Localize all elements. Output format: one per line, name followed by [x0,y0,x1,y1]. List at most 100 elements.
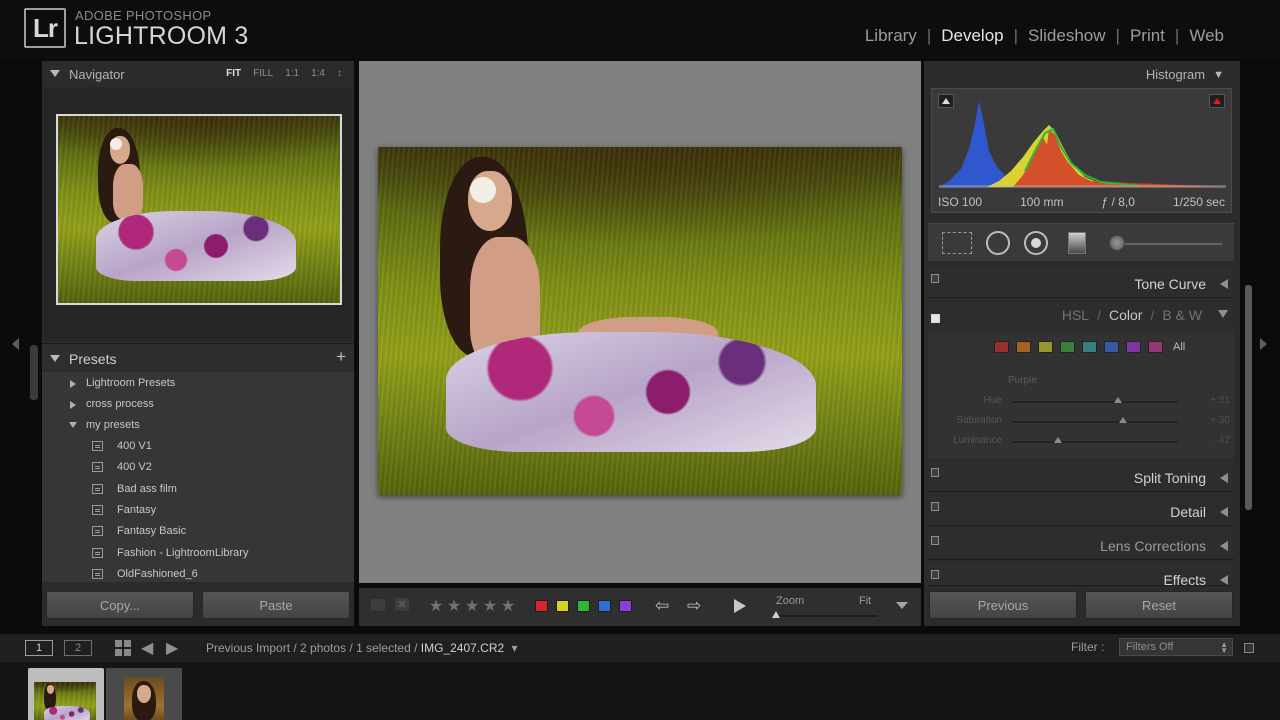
panel-toggle-switch[interactable] [931,570,939,579]
filter-lock-icon[interactable] [1244,643,1254,653]
panel-toggle-switch[interactable] [931,468,939,477]
zoom-slider-thumb[interactable] [772,611,780,618]
expand-triangle-icon[interactable] [1220,541,1228,551]
preset-item[interactable]: Fantasy Basic [42,521,354,542]
color-swatch-red[interactable] [994,341,1009,353]
add-preset-icon[interactable]: + [336,347,346,367]
color-swatch-all[interactable]: All [1173,341,1185,353]
main-photo[interactable] [378,147,902,495]
crop-tool-icon[interactable] [942,232,972,254]
expand-triangle-icon[interactable] [70,401,76,409]
copy-settings-button[interactable]: Copy... [46,591,194,619]
collapse-triangle-icon[interactable] [1218,310,1228,318]
preset-item[interactable]: Bad ass film [42,479,354,500]
saturation-value[interactable]: + 30 [1190,415,1230,426]
split-toning-header[interactable]: Split Toning [928,462,1234,492]
right-panel-scrollbar[interactable] [1245,285,1252,510]
reset-button[interactable]: Reset [1085,591,1233,619]
preset-folder-lightroom-presets[interactable]: Lightroom Presets [42,373,354,394]
red-eye-tool-icon[interactable] [1024,231,1048,255]
presets-header[interactable]: Presets + [42,343,354,371]
adjustment-brush-track[interactable] [1116,243,1222,245]
histogram-header[interactable]: Histogram ▼ [1146,67,1224,82]
previous-settings-button[interactable]: Previous [929,591,1077,619]
color-label-blue[interactable] [598,600,611,612]
next-photo-arrow-icon[interactable]: ⇨ [687,596,701,616]
forward-arrow-icon[interactable]: ▶ [166,638,178,658]
paste-settings-button[interactable]: Paste [202,591,350,619]
filmstrip-cell-selected[interactable] [28,668,104,720]
photo-canvas[interactable] [359,61,921,583]
pick-flag-icon[interactable] [371,599,385,611]
color-label-red[interactable] [535,600,548,612]
color-swatch-blue[interactable] [1104,341,1119,353]
star-icon[interactable]: ★ [481,596,499,616]
back-arrow-icon[interactable]: ◀ [141,638,153,658]
toolbar-content-menu-icon[interactable] [896,602,908,609]
module-develop[interactable]: Develop [931,26,1013,46]
preset-item[interactable]: 400 V2 [42,457,354,478]
previous-photo-arrow-icon[interactable]: ⇦ [655,596,669,616]
color-label-green[interactable] [577,600,590,612]
preset-item[interactable]: OldFashioned_6 [42,564,354,582]
spot-removal-tool-icon[interactable] [986,231,1010,255]
preset-item[interactable]: 400 V1 [42,436,354,457]
preset-folder-my-presets[interactable]: my presets [42,415,354,436]
reject-flag-icon[interactable]: ✖ [395,598,409,611]
effects-header[interactable]: Effects [928,564,1234,586]
saturation-slider-track[interactable] [1012,421,1178,423]
hue-slider-track[interactable] [1012,401,1178,403]
expand-triangle-icon[interactable] [1220,473,1228,483]
zoom-slider-track[interactable] [776,615,878,617]
expand-triangle-icon[interactable] [70,380,76,388]
graduated-filter-tool-icon[interactable] [1068,232,1086,254]
color-swatch-yellow[interactable] [1038,341,1053,353]
navigator-preview-area[interactable] [44,87,352,341]
tab-bw[interactable]: B & W [1154,307,1210,323]
navigator-header[interactable]: Navigator FIT FILL 1:1 1:4 ↕ [42,61,354,87]
source-breadcrumb[interactable]: Previous Import / 2 photos / 1 selected … [206,641,518,655]
collapse-triangle-icon[interactable] [69,422,77,428]
zoom-1-1[interactable]: 1:1 [279,68,305,79]
tab-color[interactable]: Color [1101,307,1150,323]
color-swatch-orange[interactable] [1016,341,1031,353]
saturation-slider-thumb[interactable] [1119,417,1128,423]
star-icon[interactable]: ★ [445,596,463,616]
expand-triangle-icon[interactable] [1220,575,1228,585]
filmstrip-thumbnail[interactable] [34,682,96,720]
collapse-triangle-icon[interactable] [50,70,60,77]
expand-triangle-icon[interactable] [1220,507,1228,517]
luminance-slider-thumb[interactable] [1054,437,1063,443]
preset-item[interactable]: Fantasy [42,500,354,521]
panel-toggle-switch[interactable] [931,274,939,283]
color-swatch-magenta[interactable] [1148,341,1163,353]
color-label-purple[interactable] [619,600,632,612]
luminance-slider-track[interactable] [1012,441,1178,443]
detail-header[interactable]: Detail [928,496,1234,526]
right-panel-toggle-icon[interactable] [1260,338,1267,350]
expand-triangle-icon[interactable] [1220,279,1228,289]
panel-toggle-switch[interactable] [931,314,940,323]
tab-hsl[interactable]: HSL [1054,307,1097,323]
collapse-triangle-icon[interactable] [50,355,60,362]
hue-value[interactable]: + 31 [1190,395,1230,406]
shadow-clipping-icon[interactable] [938,94,954,108]
module-slideshow[interactable]: Slideshow [1018,26,1116,46]
navigator-thumbnail[interactable] [56,114,342,305]
collapse-triangle-icon[interactable]: ▼ [1213,69,1224,81]
primary-window-button[interactable]: 1 [25,640,53,656]
zoom-fit[interactable]: FIT [220,68,247,79]
module-web[interactable]: Web [1179,26,1234,46]
highlight-clipping-icon[interactable] [1209,94,1225,108]
star-icon[interactable]: ★ [499,596,517,616]
grid-view-icon[interactable] [115,640,131,656]
hue-slider-thumb[interactable] [1114,397,1123,403]
zoom-1-4[interactable]: 1:4 [305,68,331,79]
chevron-down-icon[interactable]: ▾ [512,641,518,655]
zoom-fill[interactable]: FILL [247,68,279,79]
filmstrip-cell[interactable] [106,668,182,720]
play-icon[interactable] [734,599,746,613]
preset-item[interactable]: Fashion - LightroomLibrary [42,543,354,564]
star-icon[interactable]: ★ [463,596,481,616]
left-panel-scrollbar[interactable] [30,345,38,400]
